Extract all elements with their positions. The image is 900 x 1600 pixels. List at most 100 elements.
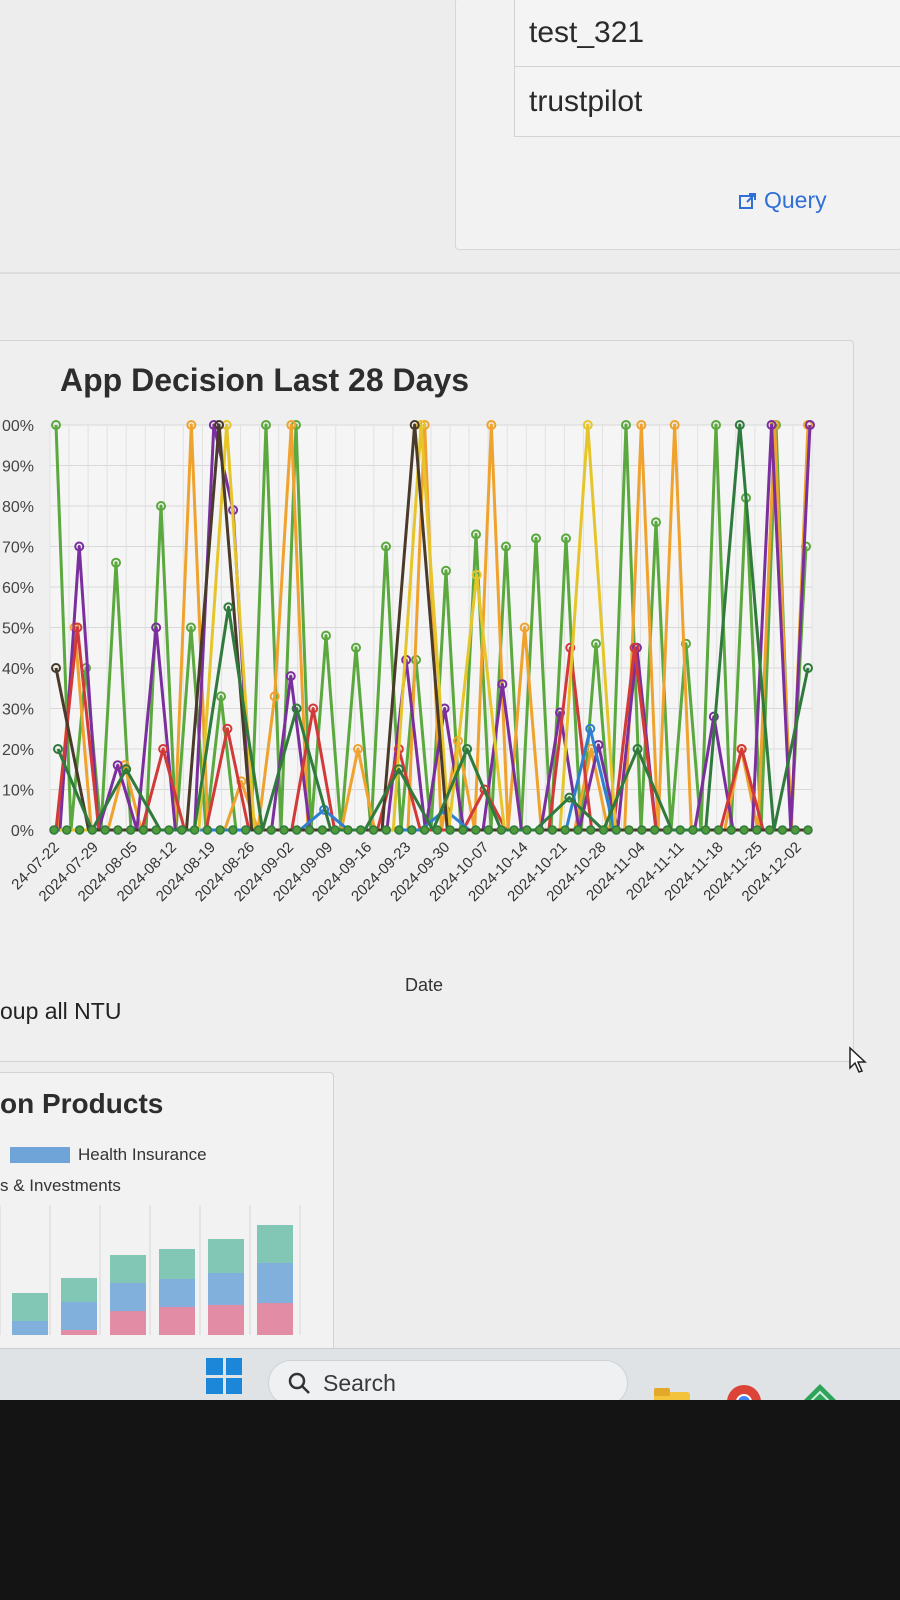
bar-segment[interactable] — [110, 1283, 146, 1311]
data-point[interactable] — [228, 825, 238, 835]
group-ntu-label: oup all NTU — [0, 998, 122, 1024]
bar-segment[interactable] — [208, 1273, 244, 1305]
data-point[interactable] — [777, 825, 788, 835]
data-point[interactable] — [688, 825, 698, 835]
data-point[interactable] — [394, 825, 404, 835]
data-point[interactable] — [113, 825, 123, 835]
data-point[interactable] — [739, 825, 749, 835]
data-point[interactable] — [713, 825, 724, 835]
data-point[interactable] — [534, 825, 545, 835]
x-axis-title: Date — [405, 975, 444, 995]
data-point[interactable] — [445, 825, 455, 835]
data-point[interactable] — [151, 825, 161, 835]
bar-segment[interactable] — [159, 1279, 195, 1307]
query-link-label: Query — [764, 187, 827, 213]
bar-segment[interactable] — [110, 1311, 146, 1335]
data-point[interactable] — [611, 825, 622, 835]
data-point[interactable] — [330, 825, 340, 835]
bar-segment[interactable] — [208, 1305, 244, 1335]
data-table: test_321 trustpilot — [514, 0, 900, 137]
data-point[interactable] — [74, 825, 85, 835]
bar-segment[interactable] — [208, 1239, 244, 1273]
bar-segment[interactable] — [12, 1321, 48, 1335]
chart-title: App Decision Last 28 Days — [60, 362, 470, 398]
data-point[interactable] — [189, 825, 200, 835]
search-icon — [288, 1372, 310, 1394]
data-point[interactable] — [253, 825, 264, 835]
data-point[interactable] — [317, 825, 328, 835]
data-point[interactable] — [509, 825, 519, 835]
data-point[interactable] — [470, 825, 481, 835]
data-point[interactable] — [343, 825, 353, 835]
data-point[interactable] — [764, 825, 775, 835]
data-point[interactable] — [560, 825, 570, 835]
bar-segment[interactable] — [110, 1255, 146, 1283]
data-point[interactable] — [215, 825, 225, 835]
data-point[interactable] — [419, 825, 430, 835]
mouse-cursor-icon — [849, 1046, 867, 1073]
data-point[interactable] — [726, 825, 737, 835]
y-tick-label: 00% — [2, 418, 34, 435]
data-point[interactable] — [355, 825, 366, 835]
table-row: trustpilot — [514, 67, 900, 137]
logo-pane — [206, 1377, 223, 1394]
legend-item-investments[interactable]: s & Investments — [0, 1176, 121, 1196]
bar-segment[interactable] — [257, 1303, 293, 1335]
data-point[interactable] — [368, 825, 379, 835]
data-point[interactable] — [585, 825, 596, 835]
data-point[interactable] — [624, 825, 634, 835]
data-point[interactable] — [803, 825, 813, 835]
y-tick-label: 10% — [2, 783, 34, 800]
legend-item-health-insurance[interactable]: Health Insurance — [10, 1145, 207, 1165]
data-point[interactable] — [662, 825, 673, 835]
logo-pane — [225, 1377, 242, 1394]
y-tick-label: 50% — [2, 621, 34, 638]
data-point[interactable] — [752, 825, 762, 835]
data-point[interactable] — [598, 825, 609, 835]
data-point[interactable] — [266, 825, 277, 835]
data-point[interactable] — [49, 825, 59, 835]
logo-pane — [225, 1358, 242, 1375]
data-point[interactable] — [125, 825, 136, 835]
data-point[interactable] — [522, 825, 532, 835]
external-link-icon — [739, 192, 756, 209]
data-point[interactable] — [407, 825, 417, 835]
data-point[interactable] — [304, 825, 315, 835]
logo-pane — [206, 1358, 223, 1375]
data-point[interactable] — [279, 825, 289, 835]
bar-segment[interactable] — [61, 1278, 97, 1302]
y-tick-label: 80% — [2, 499, 34, 516]
data-point[interactable] — [483, 825, 494, 835]
y-tick-label: 60% — [2, 580, 34, 597]
data-point[interactable] — [202, 825, 213, 835]
bar-segment[interactable] — [61, 1302, 97, 1330]
data-point[interactable] — [100, 825, 110, 835]
data-point[interactable] — [177, 825, 187, 835]
data-point[interactable] — [675, 825, 685, 835]
data-point[interactable] — [649, 825, 660, 835]
data-point[interactable] — [292, 825, 302, 835]
bar-segment[interactable] — [12, 1293, 48, 1321]
data-point[interactable] — [62, 825, 72, 835]
query-link[interactable]: Query — [738, 187, 827, 214]
data-point[interactable] — [790, 825, 800, 835]
data-point[interactable] — [87, 825, 98, 835]
data-point[interactable] — [458, 825, 468, 835]
data-point[interactable] — [637, 825, 647, 835]
bar-segment[interactable] — [159, 1249, 195, 1279]
legend-label: s & Investments — [0, 1176, 121, 1195]
data-point[interactable] — [701, 825, 711, 835]
bar-segment[interactable] — [257, 1263, 293, 1303]
bar-segment[interactable] — [159, 1307, 195, 1335]
windows-start-icon[interactable] — [206, 1358, 242, 1394]
data-point[interactable] — [164, 825, 174, 835]
data-point[interactable] — [573, 825, 583, 835]
data-point[interactable] — [138, 825, 149, 835]
data-point[interactable] — [381, 825, 392, 835]
data-point[interactable] — [547, 825, 558, 835]
bar-segment[interactable] — [61, 1330, 97, 1335]
data-point[interactable] — [496, 825, 507, 835]
bar-segment[interactable] — [257, 1225, 293, 1263]
data-point[interactable] — [240, 825, 251, 835]
data-point[interactable] — [432, 825, 443, 835]
